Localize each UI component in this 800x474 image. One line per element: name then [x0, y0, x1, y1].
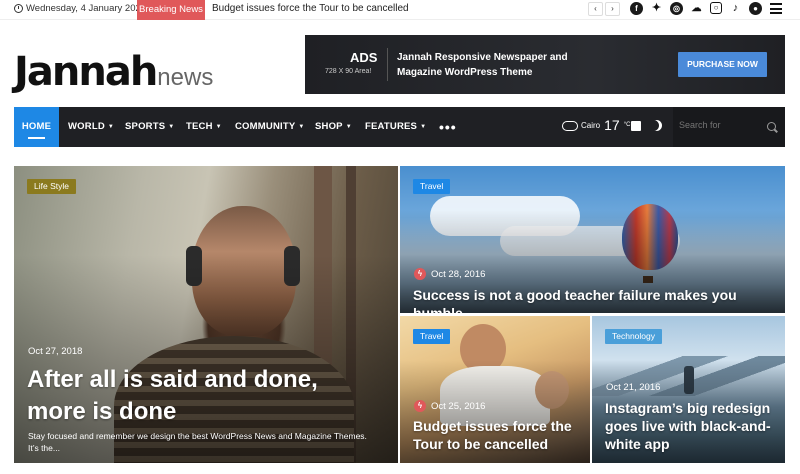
nav-features-label: FEATURES: [365, 121, 418, 132]
chevron-down-icon: ▼: [345, 124, 352, 130]
nav-world[interactable]: WORLD ▼: [68, 107, 114, 147]
user-icon[interactable]: ●: [749, 2, 762, 15]
logo-sub-text: news: [157, 64, 214, 91]
post-meta: ϟ Oct 28, 2016: [414, 268, 485, 280]
nav-features[interactable]: FEATURES ▼: [365, 107, 426, 147]
post-card[interactable]: Travel ϟ Oct 25, 2016 Budget issues forc…: [400, 316, 590, 463]
nav-tech[interactable]: TECH ▼: [186, 107, 222, 147]
clock-icon: [14, 4, 23, 13]
category-badge[interactable]: Travel: [413, 329, 451, 344]
post-title[interactable]: Success is not a good teacher failure ma…: [413, 286, 773, 313]
post-title[interactable]: After all is said and done, more is done: [27, 364, 377, 428]
category-badge[interactable]: Travel: [413, 179, 451, 194]
breaking-news-link[interactable]: Budget issues force the Tour to be cance…: [212, 3, 409, 14]
more-menu-button[interactable]: •••: [439, 119, 457, 135]
chevron-down-icon: ▼: [107, 124, 115, 130]
purchase-now-button[interactable]: PURCHASE NOW: [678, 52, 767, 77]
current-date: Wednesday, 4 January 2023: [26, 3, 147, 14]
nav-shop-label: SHOP: [315, 121, 343, 132]
post-date: Oct 28, 2016: [431, 268, 486, 280]
prev-arrow-button[interactable]: ‹: [588, 2, 603, 16]
post-date: Oct 25, 2016: [431, 400, 486, 412]
ad-size: 728 X 90 Area!: [325, 68, 372, 75]
shopping-bag-icon[interactable]: [631, 121, 641, 131]
chevron-down-icon: ▼: [420, 124, 427, 130]
post-title[interactable]: Budget issues force the Tour to be cance…: [413, 417, 583, 453]
top-bar: Wednesday, 4 January 2023 Breaking News …: [0, 0, 800, 20]
post-date: Oct 27, 2018: [28, 346, 83, 357]
social-links: f ✦ ◎ ☁ ○ ♪ ●: [630, 2, 762, 15]
logo-main-text: Jannah: [14, 49, 158, 95]
nav-shop[interactable]: SHOP ▼: [315, 107, 352, 147]
ad-description: Jannah Responsive Newspaper and Magazine…: [397, 52, 568, 78]
facebook-icon[interactable]: f: [630, 2, 643, 15]
breaking-news-label: Breaking News: [137, 0, 205, 20]
ad-banner[interactable]: ADS 728 X 90 Area! Jannah Responsive New…: [305, 35, 785, 94]
breaking-news-controls: ‹ ›: [588, 2, 620, 16]
chevron-down-icon: ▼: [215, 124, 222, 130]
weather-unit: °C: [623, 122, 631, 128]
nav-world-label: WORLD: [68, 121, 105, 132]
nav-sports[interactable]: SPORTS ▼: [125, 107, 174, 147]
nav-sports-label: SPORTS: [125, 121, 166, 132]
ad-title: ADS: [350, 50, 378, 65]
nav-community[interactable]: COMMUNITY ▼: [235, 107, 305, 147]
weather-city: Cairo: [581, 120, 601, 130]
main-navigation: HOME WORLD ▼ SPORTS ▼ TECH ▼ COMMUNITY ▼ SHO…: [14, 107, 785, 147]
nav-tech-label: TECH: [186, 121, 213, 132]
featured-post-card[interactable]: Life Style Oct 27, 2018 After all is sai…: [14, 166, 398, 463]
search-icon[interactable]: [767, 122, 776, 131]
next-arrow-button[interactable]: ›: [605, 2, 620, 16]
search-input[interactable]: [679, 120, 759, 130]
site-logo[interactable]: Jannah news: [14, 42, 213, 92]
dribbble-icon[interactable]: ◎: [670, 2, 683, 15]
post-excerpt: Stay focused and remember we design the …: [28, 431, 367, 453]
post-title[interactable]: Instagram’s big redesign goes live with …: [605, 399, 775, 453]
nav-community-label: COMMUNITY: [235, 121, 296, 132]
category-badge[interactable]: Technology: [605, 329, 663, 344]
category-badge[interactable]: Life Style: [27, 179, 76, 194]
nav-home[interactable]: HOME: [14, 107, 59, 147]
weather-temperature: 17: [604, 117, 620, 133]
weather-widget: Cairo 17 °C: [559, 117, 630, 133]
lightning-icon: ϟ: [414, 400, 426, 412]
search-box: [673, 107, 785, 147]
nav-home-label: HOME: [21, 121, 52, 132]
dark-mode-moon-icon[interactable]: [651, 120, 662, 131]
tiktok-icon[interactable]: ♪: [729, 2, 742, 15]
date-display: Wednesday, 4 January 2023: [14, 3, 146, 14]
cloud-moon-icon: [559, 119, 578, 131]
menu-icon[interactable]: [770, 3, 782, 14]
post-card[interactable]: Travel ϟ Oct 28, 2016 Success is not a g…: [400, 166, 785, 313]
post-date: Oct 21, 2016: [606, 382, 661, 393]
twitter-icon[interactable]: ✦: [650, 2, 663, 15]
ad-divider: [387, 48, 388, 81]
post-meta: ϟ Oct 25, 2016: [414, 400, 485, 412]
soundcloud-icon[interactable]: ☁: [690, 2, 703, 15]
chevron-down-icon: ▼: [298, 124, 305, 130]
lightning-icon: ϟ: [414, 268, 426, 280]
instagram-icon[interactable]: ○: [710, 2, 722, 14]
post-card[interactable]: Technology Oct 21, 2016 Instagram’s big …: [592, 316, 785, 463]
chevron-down-icon: ▼: [168, 124, 175, 130]
